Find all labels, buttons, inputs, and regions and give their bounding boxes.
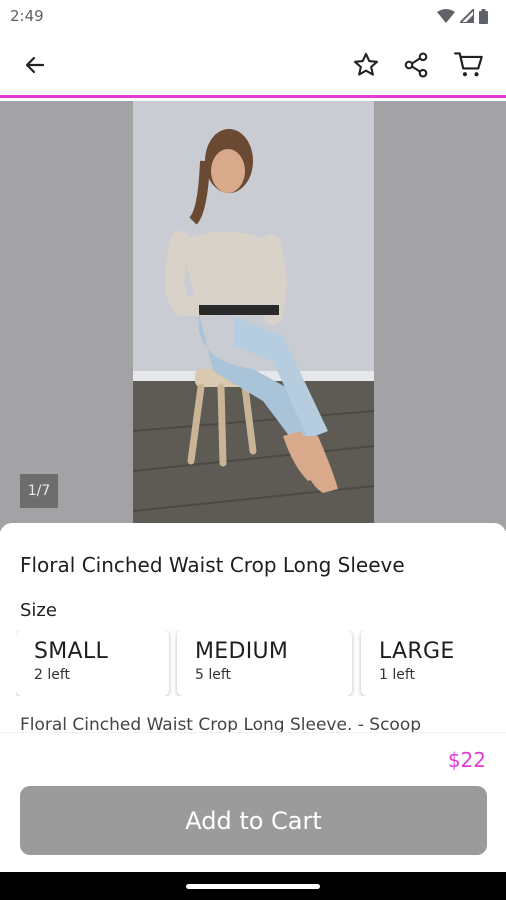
product-photo: [133, 101, 374, 531]
favorite-button[interactable]: [344, 43, 388, 87]
app-bar: [0, 32, 506, 98]
status-bar: 2:49: [0, 0, 506, 32]
battery-icon: [479, 8, 488, 24]
add-to-cart-button[interactable]: Add to Cart: [20, 786, 487, 855]
signal-icon: [460, 9, 474, 23]
size-option-small[interactable]: SMALL 2 left: [16, 630, 169, 696]
star-icon: [353, 52, 379, 76]
status-time: 2:49: [10, 7, 44, 25]
description-preview: Floral Cinched Waist Crop Long Sleeve. -…: [0, 713, 506, 733]
product-gallery[interactable]: 1/7: [0, 101, 506, 531]
size-label: Size: [20, 600, 57, 621]
back-button[interactable]: [13, 43, 57, 87]
back-arrow-icon: [25, 56, 45, 74]
size-option-large[interactable]: LARGE 1 left: [361, 630, 506, 696]
status-icons: [437, 8, 488, 24]
share-button[interactable]: [394, 43, 438, 87]
cart-button[interactable]: [447, 43, 491, 87]
size-name: LARGE: [379, 639, 455, 664]
product-price: $22: [447, 748, 486, 772]
cart-icon: [454, 52, 483, 77]
size-name: SMALL: [34, 639, 109, 664]
size-selector: SMALL 2 left MEDIUM 5 left LARGE 1 left: [16, 630, 506, 696]
system-nav-bar: [0, 872, 506, 900]
home-handle[interactable]: [186, 884, 320, 889]
wifi-icon: [437, 9, 455, 23]
share-icon: [404, 52, 428, 78]
product-title: Floral Cinched Waist Crop Long Sleeve: [20, 553, 405, 577]
product-sheet: Floral Cinched Waist Crop Long Sleeve Si…: [0, 523, 506, 872]
image-counter: 1/7: [20, 474, 58, 508]
size-stock: 5 left: [195, 667, 232, 683]
product-description: Floral Cinched Waist Crop Long Sleeve. -…: [20, 715, 422, 733]
size-stock: 1 left: [379, 667, 416, 683]
size-stock: 2 left: [34, 667, 71, 683]
size-name: MEDIUM: [195, 639, 289, 664]
size-option-medium[interactable]: MEDIUM 5 left: [177, 630, 352, 696]
